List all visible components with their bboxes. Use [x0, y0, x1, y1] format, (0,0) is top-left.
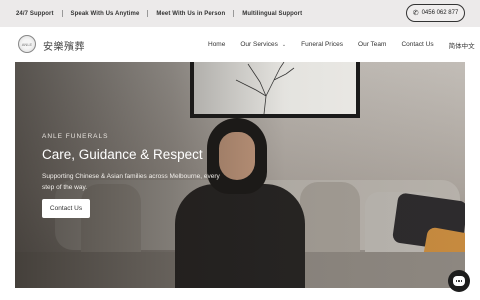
hero-subtext: Supporting Chinese & Asian families acro…	[42, 173, 220, 191]
nav-funeral-prices[interactable]: Funeral Prices	[301, 41, 343, 48]
nav-our-services[interactable]: Our Services ⌄	[240, 41, 286, 48]
phone-button[interactable]: ✆ 0456 062 877	[406, 4, 465, 22]
contact-us-button[interactable]: Contact Us	[42, 199, 90, 218]
top-bar-item: 24/7 Support	[16, 10, 54, 17]
hero-eyebrow: ANLE FUNERALS	[42, 133, 109, 140]
top-bar: 24/7 Support Speak With Us Anytime Meet …	[0, 0, 480, 27]
divider	[147, 10, 149, 17]
chat-button[interactable]	[448, 270, 470, 292]
top-bar-item: Meet With Us in Person	[156, 10, 226, 17]
phone-number: 0456 062 877	[421, 10, 459, 16]
nav-our-team[interactable]: Our Team	[358, 41, 386, 48]
hero-headline: Care, Guidance & Respect	[42, 147, 203, 162]
nav-our-services-label: Our Services	[240, 41, 278, 48]
nav-home[interactable]: Home	[208, 41, 225, 48]
site-header: ANLE 安樂殯葬 Home Our Services ⌄ Funeral Pr…	[0, 27, 480, 62]
nav-language-chinese[interactable]: 简体中文	[449, 40, 475, 50]
phone-icon: ✆	[412, 10, 419, 17]
chevron-down-icon: ⌄	[281, 41, 287, 48]
divider	[233, 10, 235, 17]
logo-text[interactable]: 安樂殯葬	[43, 38, 85, 53]
logo-icon[interactable]: ANLE	[18, 35, 36, 53]
chat-icon	[453, 276, 465, 286]
logo-mark-text: ANLE	[21, 41, 33, 47]
top-bar-items: 24/7 Support Speak With Us Anytime Meet …	[16, 0, 302, 27]
nav-contact-us[interactable]: Contact Us	[401, 41, 433, 48]
main-nav: Home Our Services ⌄ Funeral Prices Our T…	[208, 27, 475, 62]
top-bar-item: Speak With Us Anytime	[70, 10, 140, 17]
divider	[61, 10, 63, 17]
top-bar-item: Multilingual Support	[242, 10, 303, 17]
